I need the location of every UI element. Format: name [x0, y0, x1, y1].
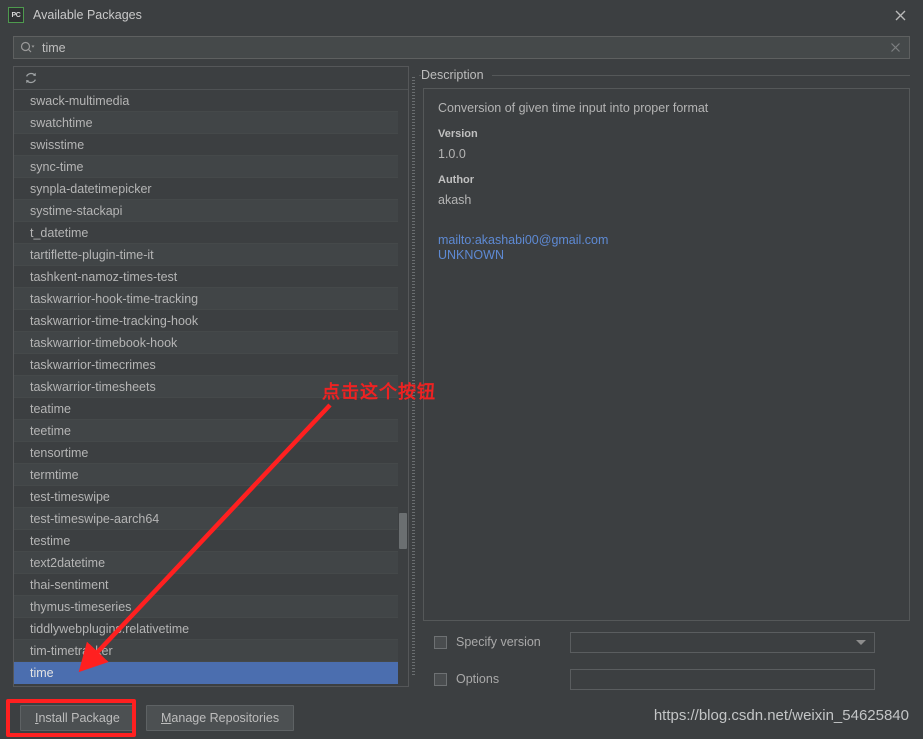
package-list-item[interactable]: termtime: [14, 464, 408, 486]
window-title: Available Packages: [33, 8, 142, 22]
description-title: Description: [421, 68, 492, 82]
package-list-item[interactable]: tensortime: [14, 442, 408, 464]
description-content: Conversion of given time input into prop…: [423, 88, 910, 621]
options-row: Options: [423, 668, 875, 690]
options-input[interactable]: [570, 668, 875, 690]
specify-version-checkbox[interactable]: [434, 635, 447, 649]
package-list-item[interactable]: t_datetime: [14, 222, 408, 244]
close-icon: [890, 43, 900, 52]
package-list-item[interactable]: sync-time: [14, 156, 408, 178]
description-group-header: Description: [419, 66, 910, 84]
manage-repositories-button[interactable]: Manage Repositories: [146, 705, 295, 731]
splitter-grip-icon: [411, 76, 415, 677]
title-bar: PC Available Packages: [0, 0, 923, 30]
refresh-button[interactable]: [22, 69, 40, 87]
author-value: akash: [438, 193, 472, 207]
search-clear-button[interactable]: [883, 38, 907, 58]
package-list-item[interactable]: test-timeswipe-aarch64: [14, 508, 408, 530]
package-list-item[interactable]: taskwarrior-time-tracking-hook: [14, 310, 408, 332]
package-list-item[interactable]: swack-multimedia: [14, 90, 408, 112]
package-list-item[interactable]: testime: [14, 530, 408, 552]
version-select[interactable]: [570, 631, 875, 653]
list-toolbar: [14, 67, 408, 90]
package-list-panel: swack-multimedia swatchtime swisstime sync-…: [13, 66, 409, 687]
package-list-item[interactable]: synpla-datetimepicker: [14, 178, 408, 200]
package-list-item[interactable]: test-timeswipe: [14, 486, 408, 508]
watermark-url: https://blog.csdn.net/weixin_54625840: [653, 707, 909, 724]
package-list-item[interactable]: thymus-timeseries: [14, 596, 408, 618]
package-list-item[interactable]: thai-sentiment: [14, 574, 408, 596]
package-list-item[interactable]: swatchtime: [14, 112, 408, 134]
version-value: 1.0.0: [438, 147, 466, 161]
manage-button-mnemonic: M: [161, 711, 172, 725]
highlight-rectangle: [6, 699, 136, 737]
pane-splitter[interactable]: [409, 66, 417, 687]
options-checkbox[interactable]: [434, 672, 447, 686]
package-list-item[interactable]: tashkent-namoz-times-test: [14, 266, 408, 288]
author-label: Author: [438, 174, 475, 186]
search-field[interactable]: time: [13, 36, 910, 59]
callout-text: 点击这个按钮: [322, 382, 436, 403]
package-list-item[interactable]: taskwarrior-timebook-hook: [14, 332, 408, 354]
description-links: mailto:akashabi00@gmail.com UNKNOWN: [438, 233, 895, 263]
package-list-item[interactable]: systime-stackapi: [14, 200, 408, 222]
package-list-item[interactable]: text2datetime: [14, 552, 408, 574]
package-list-item[interactable]: teetime: [14, 420, 408, 442]
package-list-item[interactable]: time: [14, 662, 408, 684]
version-label: Version: [438, 128, 478, 140]
search-input[interactable]: time: [42, 41, 883, 55]
close-icon: [895, 10, 905, 20]
close-button[interactable]: [877, 0, 923, 30]
homepage-link[interactable]: UNKNOWN: [438, 248, 895, 263]
pycharm-icon: PC: [8, 7, 24, 23]
search-icon: [20, 41, 36, 55]
description-panel: Description Conversion of given time inp…: [419, 66, 910, 690]
package-summary: Conversion of given time input into prop…: [438, 101, 709, 115]
package-list-item[interactable]: taskwarrior-hook-time-tracking: [14, 288, 408, 310]
package-list-item[interactable]: tartiflette-plugin-time-it: [14, 244, 408, 266]
options-label: Options: [456, 672, 500, 686]
package-list-item[interactable]: tim-timetracker: [14, 640, 408, 662]
manage-button-label: anage Repositories: [171, 711, 280, 725]
specify-version-row: Specify version: [423, 631, 875, 653]
package-list-item[interactable]: taskwarrior-timecrimes: [14, 354, 408, 376]
package-list-item[interactable]: swisstime: [14, 134, 408, 156]
refresh-icon: [26, 72, 36, 84]
mailto-link[interactable]: mailto:akashabi00@gmail.com: [438, 233, 895, 248]
specify-version-label: Specify version: [456, 635, 541, 649]
chevron-down-icon: [856, 639, 866, 645]
group-divider: [419, 75, 910, 76]
package-list-item[interactable]: tiddlywebplugins.relativetime: [14, 618, 408, 640]
scrollbar-thumb[interactable]: [399, 513, 407, 549]
